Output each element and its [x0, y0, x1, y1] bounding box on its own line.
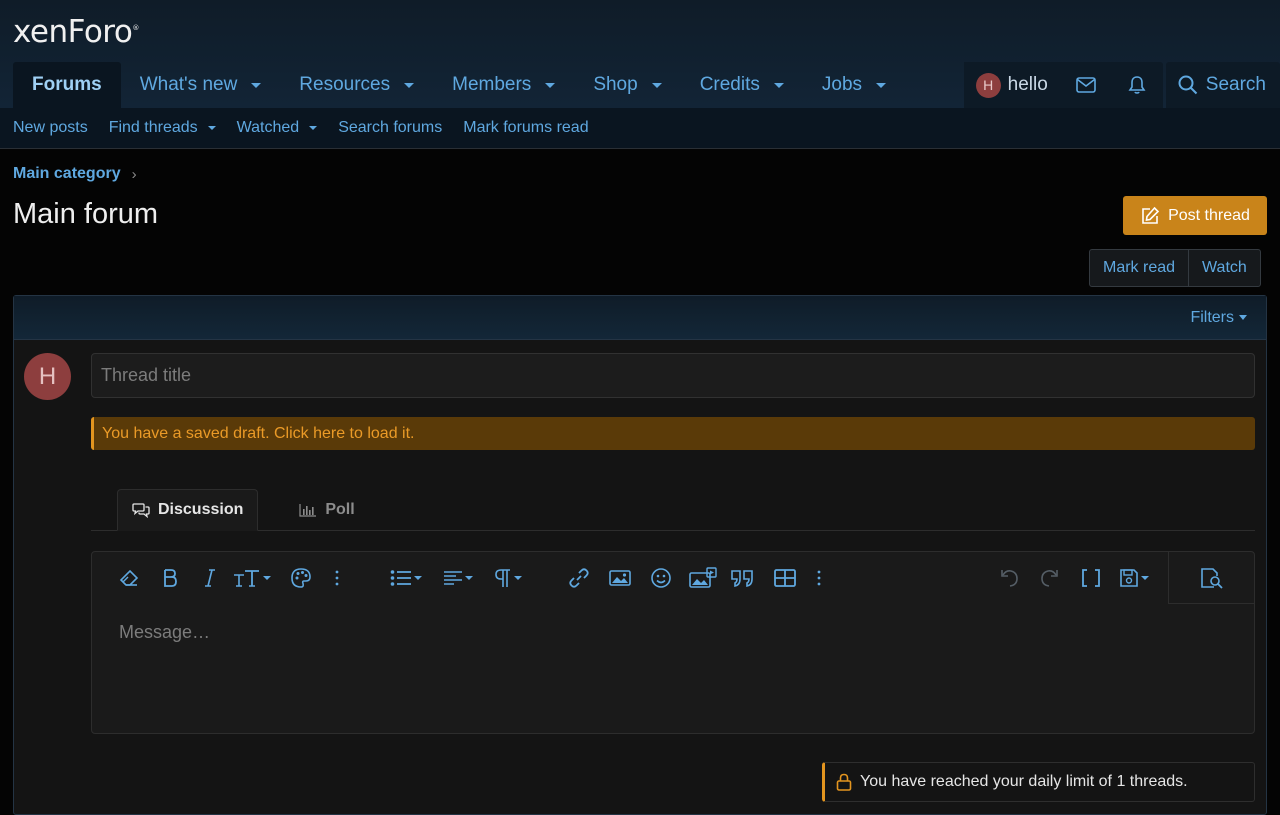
- eraser-icon[interactable]: [116, 565, 142, 591]
- filters-button[interactable]: Filters: [1190, 309, 1247, 327]
- nav-tab-resources[interactable]: Resources: [280, 62, 433, 108]
- chevron-down-icon[interactable]: [773, 82, 784, 88]
- nav-tab-shop[interactable]: Shop: [574, 62, 680, 108]
- chevron-down-icon[interactable]: [545, 82, 556, 88]
- paragraph-icon[interactable]: [488, 565, 528, 591]
- search-icon: [1178, 75, 1198, 95]
- bell-icon: [1128, 76, 1146, 94]
- chevron-down-icon[interactable]: [651, 82, 662, 88]
- chevron-down-icon[interactable]: [309, 126, 318, 130]
- user-nav: H hello Search: [963, 62, 1280, 108]
- image-icon[interactable]: [607, 565, 633, 591]
- daily-limit-text: You have reached your daily limit of 1 t…: [860, 773, 1188, 790]
- breadcrumb-link[interactable]: Main category: [13, 165, 121, 183]
- table-icon[interactable]: [772, 565, 798, 591]
- chevron-down-icon[interactable]: [207, 126, 216, 130]
- chevron-down-icon[interactable]: [263, 576, 271, 580]
- chevron-down-icon[interactable]: [876, 82, 887, 88]
- message-placeholder: Message…: [119, 622, 211, 642]
- subnav-watched[interactable]: Watched: [237, 119, 318, 137]
- draft-save-icon[interactable]: [1114, 565, 1154, 591]
- text-size-icon[interactable]: [232, 565, 272, 591]
- chevron-down-icon[interactable]: [414, 576, 422, 580]
- bbcode-icon[interactable]: [1078, 565, 1104, 591]
- edit-icon: [1142, 206, 1160, 224]
- chevron-down-icon[interactable]: [514, 576, 522, 580]
- alerts-button[interactable]: [1112, 62, 1163, 108]
- quote-icon[interactable]: [729, 565, 757, 591]
- mark-read-button[interactable]: Mark read: [1090, 250, 1188, 286]
- main-nav: Forums What's new Resources Members Shop…: [13, 62, 905, 108]
- smiley-icon[interactable]: [648, 565, 674, 591]
- nav-tab-whats-new[interactable]: What's new: [121, 62, 281, 108]
- media-icon[interactable]: [688, 565, 718, 591]
- post-thread-label: Post thread: [1168, 206, 1250, 224]
- link-icon[interactable]: [566, 565, 592, 591]
- preview-icon: [1200, 567, 1223, 589]
- italic-icon[interactable]: [200, 565, 220, 591]
- undo-icon[interactable]: [996, 565, 1022, 591]
- tab-poll-label: Poll: [325, 500, 355, 518]
- post-type-tabs: Discussion Poll: [91, 489, 1255, 531]
- bar-chart-icon: [299, 503, 317, 517]
- bold-icon[interactable]: [160, 565, 180, 591]
- saved-draft-notice[interactable]: You have a saved draft. Click here to lo…: [91, 417, 1255, 450]
- tab-poll[interactable]: Poll: [285, 489, 368, 530]
- lock-icon: [836, 773, 852, 791]
- nav-tab-jobs[interactable]: Jobs: [803, 62, 905, 108]
- inbox-button[interactable]: [1061, 62, 1112, 108]
- chevron-down-icon[interactable]: [1141, 576, 1149, 580]
- user-group: H hello: [963, 62, 1163, 108]
- thread-form-block: Filters H You have a saved draft. Click …: [13, 295, 1267, 815]
- align-icon[interactable]: [438, 565, 478, 591]
- tab-discussion[interactable]: Discussion: [117, 489, 259, 531]
- post-thread-button[interactable]: Post thread: [1123, 196, 1267, 235]
- more-icon[interactable]: [330, 565, 344, 591]
- filter-bar: Filters: [14, 296, 1266, 340]
- subnav-find-threads[interactable]: Find threads: [109, 119, 216, 137]
- site-header: xenForo® Forums What's new Resources Mem…: [0, 0, 1280, 108]
- page-title: Main forum: [13, 198, 159, 230]
- envelope-icon: [1076, 77, 1097, 93]
- chevron-down-icon[interactable]: [404, 82, 415, 88]
- redo-icon[interactable]: [1037, 565, 1063, 591]
- editor-toolbar: [92, 552, 1254, 604]
- more-icon[interactable]: [812, 565, 826, 591]
- forum-actions: Mark read Watch: [1089, 249, 1261, 287]
- list-icon[interactable]: [386, 565, 426, 591]
- message-editor[interactable]: Message…: [91, 551, 1255, 734]
- avatar: H: [24, 353, 71, 400]
- chat-bubbles-icon: [132, 503, 150, 518]
- chevron-right-icon: ›: [131, 165, 137, 183]
- watch-button[interactable]: Watch: [1188, 250, 1260, 286]
- palette-icon[interactable]: [288, 565, 314, 591]
- search-label: Search: [1205, 74, 1266, 95]
- chevron-down-icon[interactable]: [465, 576, 473, 580]
- nav-tab-credits[interactable]: Credits: [681, 62, 803, 108]
- nav-tab-forums[interactable]: Forums: [13, 62, 121, 108]
- chevron-down-icon[interactable]: [1239, 315, 1247, 320]
- tab-discussion-label: Discussion: [158, 501, 244, 518]
- subnav-mark-forums-read[interactable]: Mark forums read: [463, 119, 588, 137]
- site-logo[interactable]: xenForo®: [13, 14, 139, 50]
- thread-title-input[interactable]: [91, 353, 1255, 398]
- daily-limit-notice: You have reached your daily limit of 1 t…: [822, 762, 1255, 802]
- account-menu[interactable]: H hello: [963, 62, 1061, 108]
- subnav-new-posts[interactable]: New posts: [13, 119, 88, 137]
- sub-nav: New posts Find threads Watched Search fo…: [0, 108, 1280, 149]
- username: hello: [1007, 74, 1048, 95]
- breadcrumb[interactable]: Main category ›: [13, 165, 137, 183]
- chevron-down-icon[interactable]: [251, 82, 262, 88]
- preview-button[interactable]: [1168, 552, 1254, 604]
- search-button[interactable]: Search: [1165, 62, 1280, 108]
- nav-tab-members[interactable]: Members: [433, 62, 574, 108]
- subnav-search-forums[interactable]: Search forums: [338, 119, 442, 137]
- avatar: H: [975, 72, 1001, 98]
